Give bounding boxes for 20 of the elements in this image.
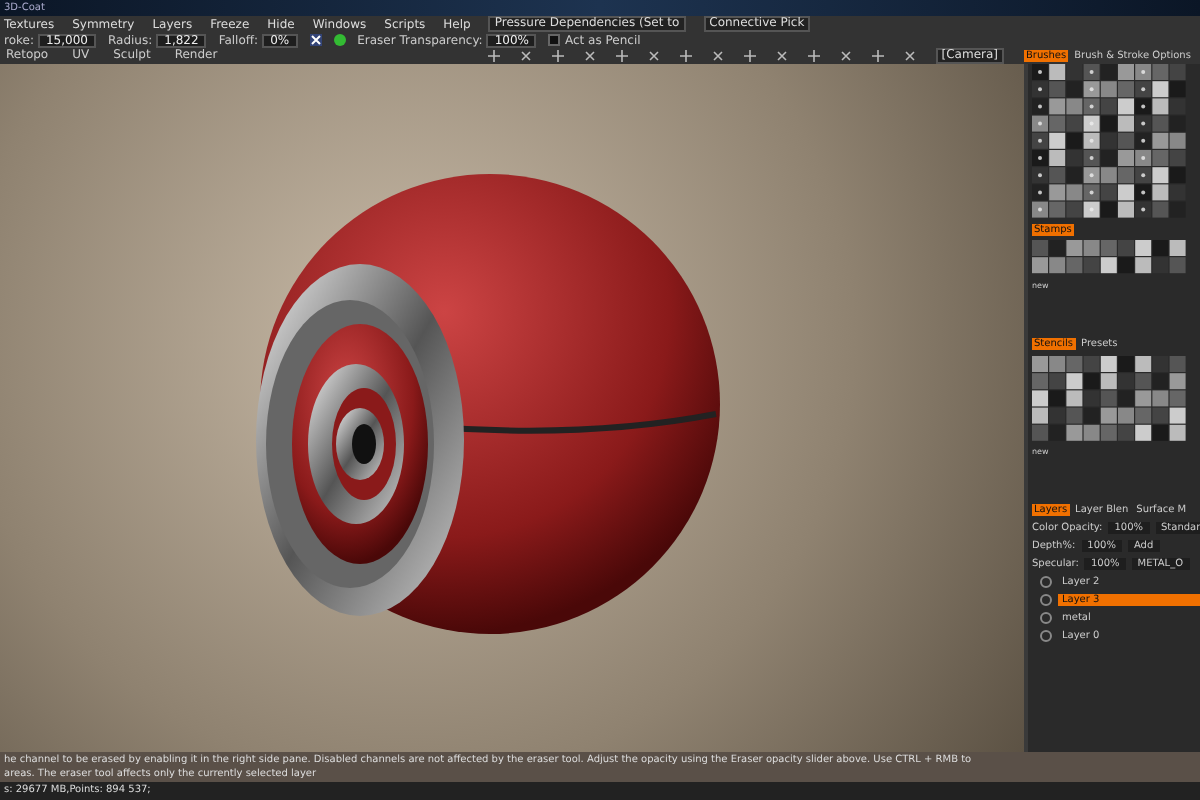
tool-icon[interactable]: [615, 50, 628, 62]
brush-grid[interactable]: [1032, 64, 1187, 219]
tool-icon[interactable]: [711, 50, 724, 62]
tool-icon[interactable]: [807, 50, 820, 62]
stencil-grid[interactable]: [1032, 355, 1187, 442]
tool-icon[interactable]: [647, 50, 660, 62]
tool-icon[interactable]: [519, 50, 532, 62]
tool-icon[interactable]: [775, 50, 788, 62]
tool-icon[interactable]: [679, 50, 692, 62]
tool-icon[interactable]: [551, 50, 564, 62]
tool-icon[interactable]: [839, 50, 852, 62]
pencil-checkbox[interactable]: [548, 34, 561, 46]
tool-icon[interactable]: [487, 50, 500, 62]
tool-icon[interactable]: [871, 50, 884, 62]
stamp-grid[interactable]: [1032, 240, 1187, 276]
tool-icon[interactable]: [583, 50, 596, 62]
ball-icon[interactable]: [333, 34, 346, 46]
tool-icon[interactable]: [743, 50, 756, 62]
tool-icon[interactable]: [903, 50, 916, 62]
cross-icon[interactable]: [309, 34, 322, 46]
